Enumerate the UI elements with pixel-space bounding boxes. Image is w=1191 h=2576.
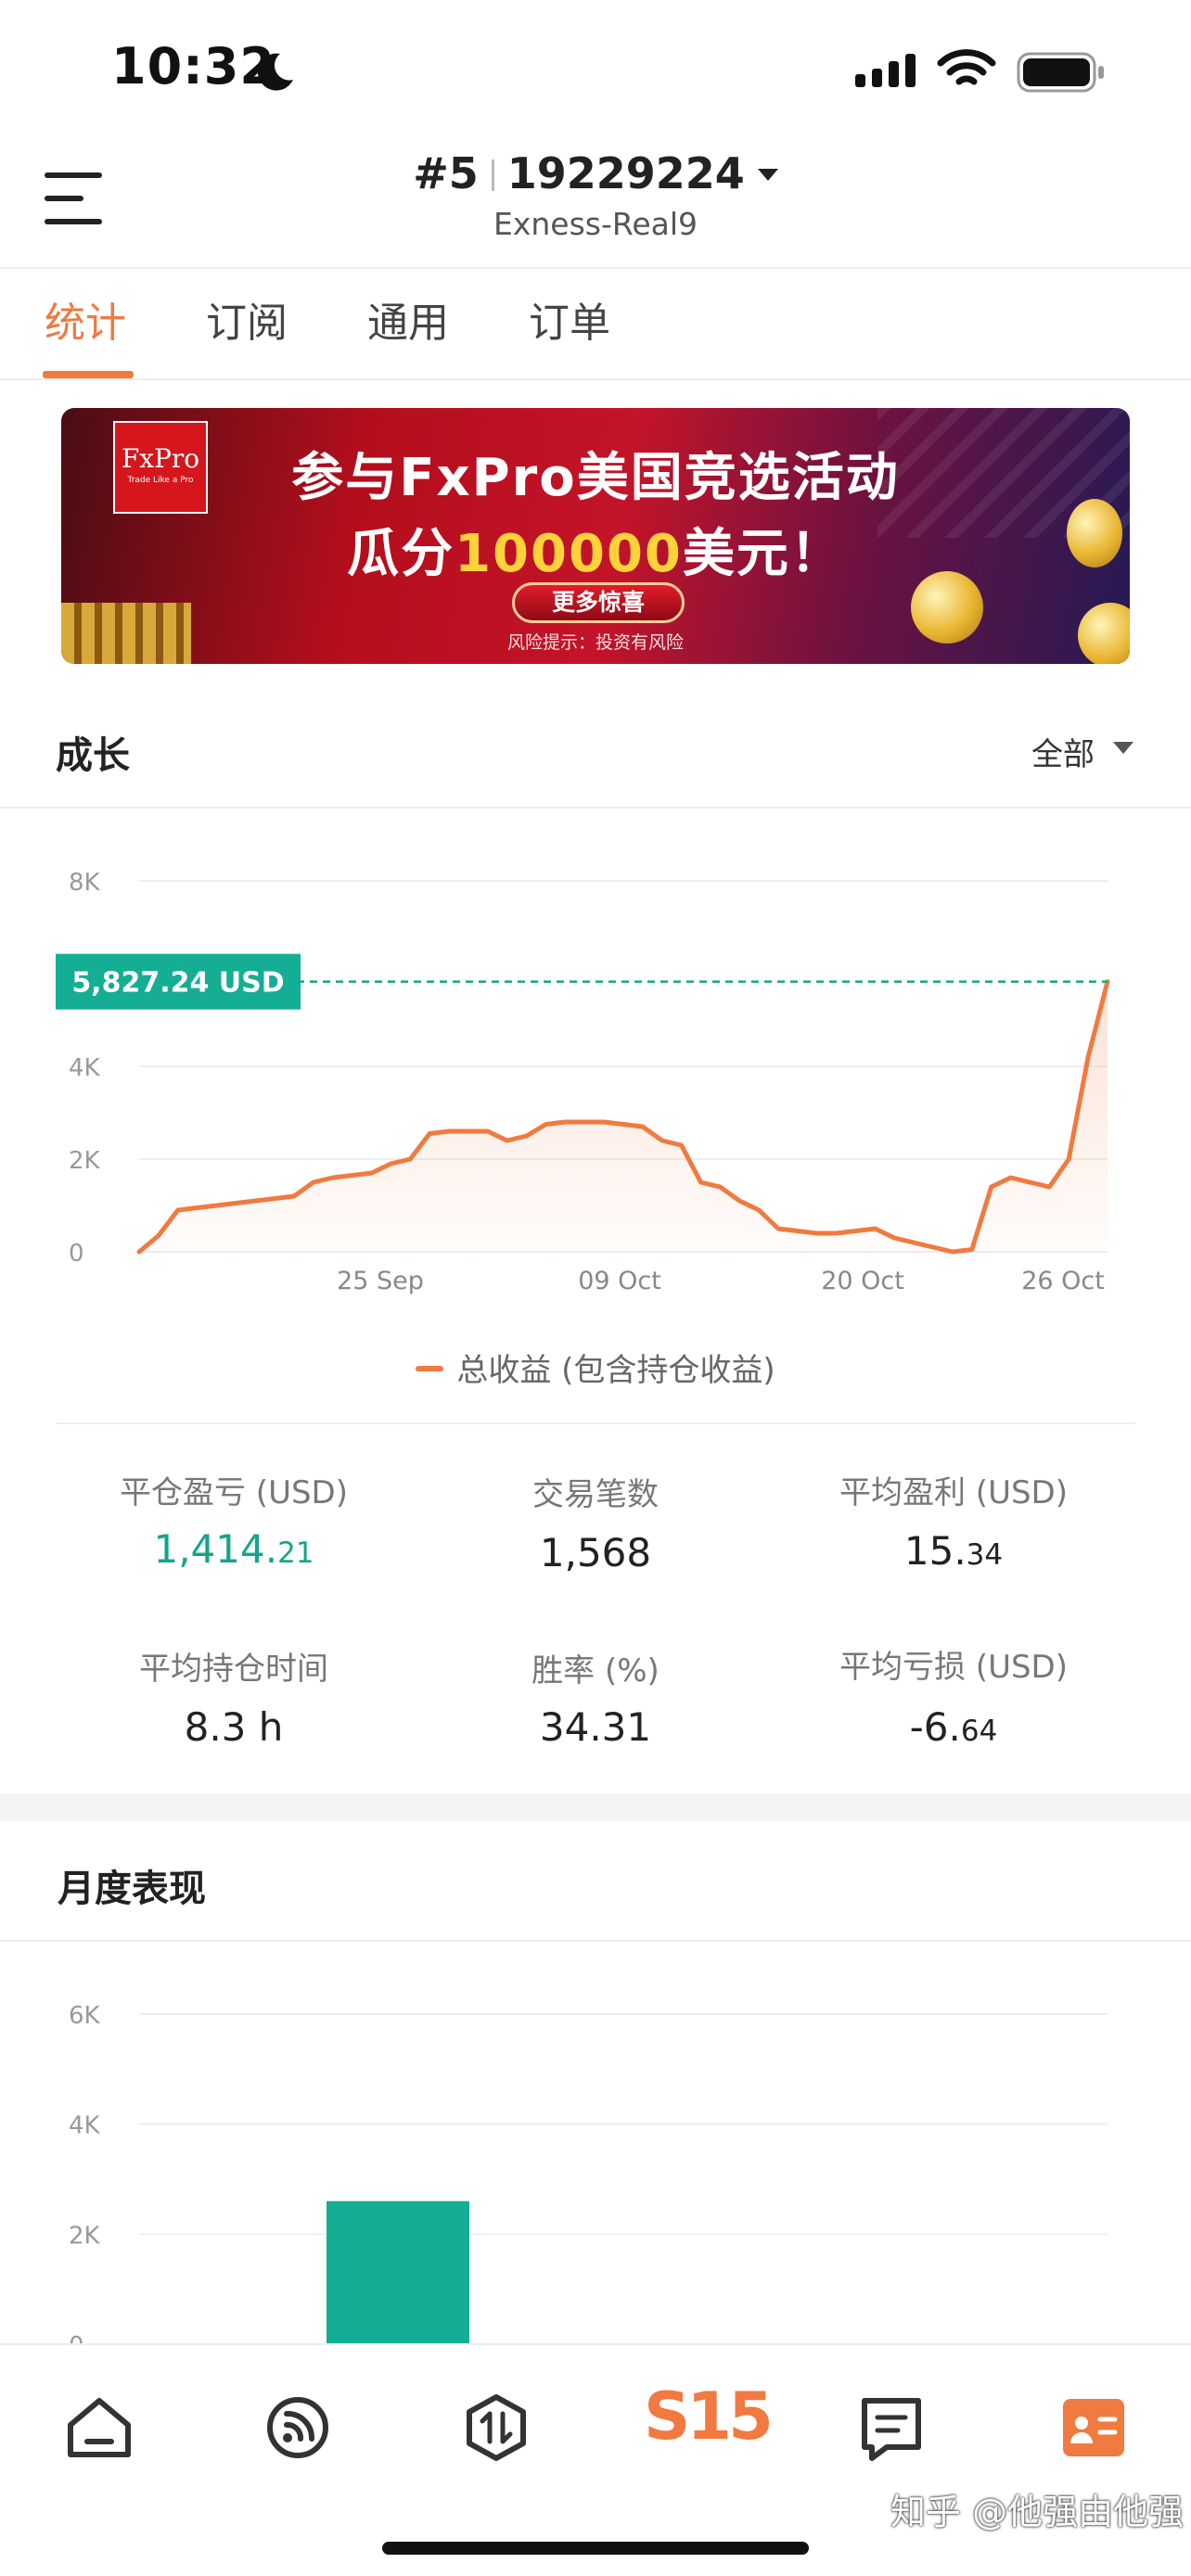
- caret-down-icon: [757, 169, 778, 181]
- caret-down-icon[interactable]: [1113, 742, 1133, 754]
- win-rate-label: 胜率 (%): [531, 1652, 660, 1690]
- y-tick-label: 2K: [69, 2222, 101, 2250]
- divider: [0, 378, 1191, 380]
- trades-label: 交易笔数: [532, 1476, 659, 1513]
- bottom-nav: S15: [0, 2343, 1191, 2576]
- banner-risk-notice: 风险提示：投资有风险: [506, 632, 684, 653]
- growth-period-filter[interactable]: 全部: [1031, 729, 1095, 774]
- divider: [0, 807, 1191, 809]
- avg-profit-label: 平均盈利 (USD): [839, 1474, 1068, 1511]
- y-tick-label: 0: [69, 1240, 84, 1268]
- legend-swatch: [416, 1366, 444, 1371]
- x-tick-label: 09 Oct: [578, 1267, 661, 1295]
- divider: [0, 1940, 1191, 1942]
- chart-legend: 总收益 (包含持仓收益): [0, 1345, 1191, 1390]
- y-tick-label: 4K: [69, 2112, 101, 2140]
- trade-icon[interactable]: [455, 2386, 538, 2469]
- current-value-label: 5,827.24 USD: [71, 967, 284, 1000]
- bar: [327, 2200, 469, 2344]
- avg-hold-label: 平均持仓时间: [139, 1651, 328, 1688]
- account-server: Exness-Real9: [493, 206, 698, 242]
- tab-subscribe[interactable]: 订阅: [206, 289, 288, 349]
- growth-chart: 8K 4K 2K 0 25 Sep 09 Oct 20 Oct 26 Oct 5,827.24 …: [56, 869, 1110, 1295]
- y-tick-label: 2K: [69, 1147, 101, 1175]
- tab-statistics[interactable]: 统计: [45, 289, 126, 349]
- x-tick-label: 25 Sep: [337, 1267, 424, 1295]
- signal-feed-icon[interactable]: [256, 2386, 339, 2469]
- section-spacer: [0, 1793, 1191, 1821]
- active-tab-indicator: [43, 371, 134, 378]
- y-tick-label: 6K: [69, 2002, 101, 2030]
- y-tick-label: 8K: [69, 869, 101, 897]
- message-icon[interactable]: [850, 2386, 933, 2469]
- legend-label: 总收益 (包含持仓收益): [456, 1352, 775, 1389]
- home-icon[interactable]: [58, 2386, 141, 2469]
- account-prefix: #5: [413, 148, 479, 198]
- x-tick-label: 26 Oct: [1021, 1267, 1105, 1295]
- x-tick-label: 20 Oct: [821, 1267, 904, 1295]
- growth-title: 成长: [56, 734, 130, 777]
- promo-banner[interactable]: FxPro Trade Like a Pro 参与FxPro美国竞选活动 瓜分1…: [61, 408, 1130, 664]
- banner-more-button[interactable]: 更多惊喜: [512, 582, 685, 623]
- avg-hold-value: 8.3 h: [184, 1704, 284, 1750]
- monthly-title: 月度表现: [58, 1868, 206, 1910]
- watermark: 知乎 @他强由他强: [890, 2492, 1185, 2532]
- trades-value: 1,568: [539, 1530, 652, 1575]
- y-tick-label: 4K: [69, 1054, 101, 1082]
- win-rate-value: 34.31: [539, 1704, 652, 1750]
- banner-subheadline: 瓜分100000美元！: [347, 524, 844, 584]
- tab-general[interactable]: 通用: [367, 289, 449, 349]
- monthly-chart: 6K4K2K0: [69, 2002, 1108, 2346]
- battery-icon: [1017, 52, 1104, 93]
- tab-orders[interactable]: 订单: [529, 289, 610, 349]
- closed-pl-value: 1,414.21: [153, 1526, 314, 1572]
- avg-loss-value: -6.64: [909, 1704, 998, 1750]
- profile-card-icon[interactable]: [1052, 2386, 1135, 2469]
- series-area: [139, 981, 1108, 1252]
- brand-logo-icon[interactable]: S15: [644, 2378, 774, 2462]
- home-indicator[interactable]: [382, 2542, 809, 2555]
- separator: [491, 159, 494, 191]
- cellular-signal-icon: [855, 54, 916, 87]
- avg-profit-value: 15.34: [903, 1528, 1004, 1574]
- divider: [56, 1422, 1135, 1424]
- moon-icon: [257, 53, 293, 91]
- account-number: 19229224: [506, 148, 745, 198]
- closed-pl-label: 平仓盈亏 (USD): [120, 1474, 348, 1511]
- wifi-icon: [937, 49, 996, 85]
- divider: [0, 267, 1191, 269]
- banner-headline: 参与FxPro美国竞选活动: [291, 448, 900, 508]
- status-time: 10:32: [111, 37, 275, 96]
- avg-loss-label: 平均亏损 (USD): [839, 1649, 1068, 1686]
- account-selector[interactable]: #5 19229224: [0, 148, 1191, 198]
